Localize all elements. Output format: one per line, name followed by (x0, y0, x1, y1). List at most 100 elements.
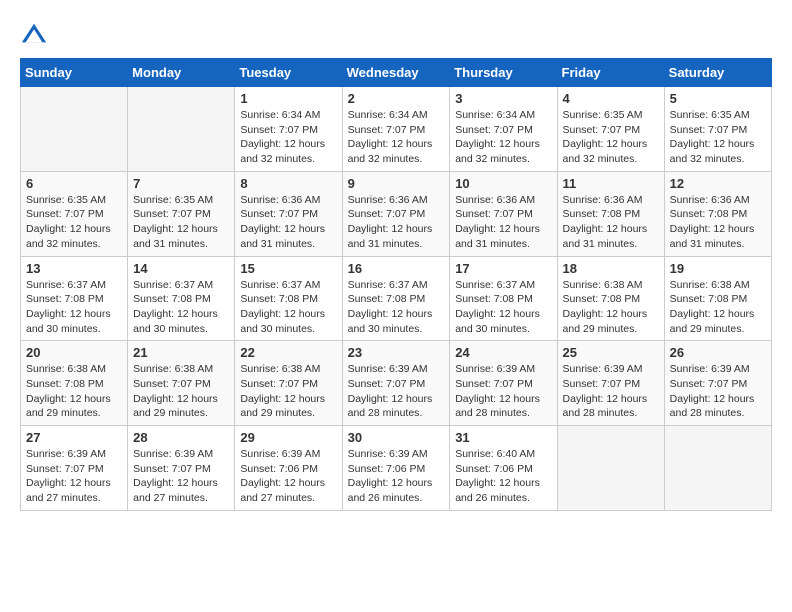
calendar-table: SundayMondayTuesdayWednesdayThursdayFrid… (20, 58, 772, 511)
day-info: Sunrise: 6:35 AM Sunset: 7:07 PM Dayligh… (133, 193, 229, 252)
day-number: 30 (348, 430, 445, 445)
calendar-header-row: SundayMondayTuesdayWednesdayThursdayFrid… (21, 59, 772, 87)
calendar-day-cell: 18 Sunrise: 6:38 AM Sunset: 7:08 PM Dayli… (557, 256, 664, 341)
day-info: Sunrise: 6:39 AM Sunset: 7:07 PM Dayligh… (133, 447, 229, 506)
calendar-day-cell: 26 Sunrise: 6:39 AM Sunset: 7:07 PM Dayli… (664, 341, 771, 426)
calendar-day-cell (128, 87, 235, 172)
calendar-week-row: 1Sunrise: 6:34 AM Sunset: 7:07 PM Daylig… (21, 87, 772, 172)
calendar-day-cell: 23 Sunrise: 6:39 AM Sunset: 7:07 PM Dayli… (342, 341, 450, 426)
day-info: Sunrise: 6:40 AM Sunset: 7:06 PM Dayligh… (455, 447, 551, 506)
day-info: Sunrise: 6:39 AM Sunset: 7:06 PM Dayligh… (240, 447, 336, 506)
calendar-day-cell: 11 Sunrise: 6:36 AM Sunset: 7:08 PM Dayli… (557, 171, 664, 256)
day-number: 18 (563, 261, 659, 276)
day-number: 15 (240, 261, 336, 276)
day-info: Sunrise: 6:36 AM Sunset: 7:07 PM Dayligh… (455, 193, 551, 252)
day-number: 29 (240, 430, 336, 445)
day-number: 22 (240, 345, 336, 360)
day-number: 19 (670, 261, 766, 276)
calendar-day-cell: 12Sunrise: 6:36 AM Sunset: 7:08 PM Dayli… (664, 171, 771, 256)
day-info: Sunrise: 6:37 AM Sunset: 7:08 PM Dayligh… (348, 278, 445, 337)
logo-icon (20, 20, 48, 48)
day-info: Sunrise: 6:38 AM Sunset: 7:08 PM Dayligh… (563, 278, 659, 337)
calendar-day-cell: 17 Sunrise: 6:37 AM Sunset: 7:08 PM Dayli… (450, 256, 557, 341)
calendar-day-cell: 2 Sunrise: 6:34 AM Sunset: 7:07 PM Daylig… (342, 87, 450, 172)
day-info: Sunrise: 6:35 AM Sunset: 7:07 PM Dayligh… (26, 193, 122, 252)
day-info: Sunrise: 6:35 AM Sunset: 7:07 PM Dayligh… (563, 108, 659, 167)
day-info: Sunrise: 6:36 AM Sunset: 7:08 PM Dayligh… (670, 193, 766, 252)
calendar-day-cell: 29 Sunrise: 6:39 AM Sunset: 7:06 PM Dayli… (235, 426, 342, 511)
calendar-day-cell: 28 Sunrise: 6:39 AM Sunset: 7:07 PM Dayli… (128, 426, 235, 511)
day-info: Sunrise: 6:39 AM Sunset: 7:07 PM Dayligh… (670, 362, 766, 421)
calendar-day-cell: 31 Sunrise: 6:40 AM Sunset: 7:06 PM Dayli… (450, 426, 557, 511)
calendar-day-cell: 21 Sunrise: 6:38 AM Sunset: 7:07 PM Dayli… (128, 341, 235, 426)
day-number: 11 (563, 176, 659, 191)
day-number: 17 (455, 261, 551, 276)
calendar-day-cell (21, 87, 128, 172)
calendar-week-row: 20 Sunrise: 6:38 AM Sunset: 7:08 PM Dayli… (21, 341, 772, 426)
day-info: Sunrise: 6:39 AM Sunset: 7:07 PM Dayligh… (348, 362, 445, 421)
calendar-week-row: 27 Sunrise: 6:39 AM Sunset: 7:07 PM Dayli… (21, 426, 772, 511)
day-info: Sunrise: 6:34 AM Sunset: 7:07 PM Dayligh… (455, 108, 551, 167)
day-number: 16 (348, 261, 445, 276)
calendar-day-cell: 5Sunrise: 6:35 AM Sunset: 7:07 PM Daylig… (664, 87, 771, 172)
day-number: 14 (133, 261, 229, 276)
day-number: 13 (26, 261, 122, 276)
day-info: Sunrise: 6:37 AM Sunset: 7:08 PM Dayligh… (455, 278, 551, 337)
day-info: Sunrise: 6:39 AM Sunset: 7:07 PM Dayligh… (455, 362, 551, 421)
day-number: 20 (26, 345, 122, 360)
day-info: Sunrise: 6:36 AM Sunset: 7:08 PM Dayligh… (563, 193, 659, 252)
calendar-day-cell: 15 Sunrise: 6:37 AM Sunset: 7:08 PM Dayli… (235, 256, 342, 341)
calendar-day-cell: 25Sunrise: 6:39 AM Sunset: 7:07 PM Dayli… (557, 341, 664, 426)
calendar-day-cell: 8Sunrise: 6:36 AM Sunset: 7:07 PM Daylig… (235, 171, 342, 256)
day-info: Sunrise: 6:37 AM Sunset: 7:08 PM Dayligh… (26, 278, 122, 337)
day-number: 28 (133, 430, 229, 445)
calendar-day-cell: 30 Sunrise: 6:39 AM Sunset: 7:06 PM Dayli… (342, 426, 450, 511)
calendar-day-cell: 22Sunrise: 6:38 AM Sunset: 7:07 PM Dayli… (235, 341, 342, 426)
day-number: 7 (133, 176, 229, 191)
day-info: Sunrise: 6:39 AM Sunset: 7:07 PM Dayligh… (26, 447, 122, 506)
calendar-day-cell (664, 426, 771, 511)
page-header (20, 20, 772, 48)
day-info: Sunrise: 6:37 AM Sunset: 7:08 PM Dayligh… (240, 278, 336, 337)
day-number: 6 (26, 176, 122, 191)
day-number: 10 (455, 176, 551, 191)
calendar-day-cell: 10 Sunrise: 6:36 AM Sunset: 7:07 PM Dayli… (450, 171, 557, 256)
day-number: 2 (348, 91, 445, 106)
day-number: 26 (670, 345, 766, 360)
calendar-day-cell: 14 Sunrise: 6:37 AM Sunset: 7:08 PM Dayli… (128, 256, 235, 341)
day-info: Sunrise: 6:39 AM Sunset: 7:06 PM Dayligh… (348, 447, 445, 506)
calendar-day-cell: 3Sunrise: 6:34 AM Sunset: 7:07 PM Daylig… (450, 87, 557, 172)
logo (20, 20, 52, 48)
day-info: Sunrise: 6:37 AM Sunset: 7:08 PM Dayligh… (133, 278, 229, 337)
calendar-day-cell: 9 Sunrise: 6:36 AM Sunset: 7:07 PM Daylig… (342, 171, 450, 256)
day-number: 24 (455, 345, 551, 360)
day-number: 4 (563, 91, 659, 106)
day-of-week-header: Friday (557, 59, 664, 87)
day-of-week-header: Thursday (450, 59, 557, 87)
calendar-day-cell: 7 Sunrise: 6:35 AM Sunset: 7:07 PM Daylig… (128, 171, 235, 256)
calendar-day-cell: 6 Sunrise: 6:35 AM Sunset: 7:07 PM Daylig… (21, 171, 128, 256)
day-info: Sunrise: 6:38 AM Sunset: 7:08 PM Dayligh… (670, 278, 766, 337)
day-of-week-header: Tuesday (235, 59, 342, 87)
day-info: Sunrise: 6:38 AM Sunset: 7:07 PM Dayligh… (133, 362, 229, 421)
day-number: 31 (455, 430, 551, 445)
day-info: Sunrise: 6:34 AM Sunset: 7:07 PM Dayligh… (348, 108, 445, 167)
calendar-day-cell: 20 Sunrise: 6:38 AM Sunset: 7:08 PM Dayli… (21, 341, 128, 426)
calendar-day-cell: 1Sunrise: 6:34 AM Sunset: 7:07 PM Daylig… (235, 87, 342, 172)
day-info: Sunrise: 6:39 AM Sunset: 7:07 PM Dayligh… (563, 362, 659, 421)
day-of-week-header: Saturday (664, 59, 771, 87)
calendar-day-cell: 13 Sunrise: 6:37 AM Sunset: 7:08 PM Dayli… (21, 256, 128, 341)
day-info: Sunrise: 6:35 AM Sunset: 7:07 PM Dayligh… (670, 108, 766, 167)
day-number: 23 (348, 345, 445, 360)
day-info: Sunrise: 6:36 AM Sunset: 7:07 PM Dayligh… (348, 193, 445, 252)
calendar-week-row: 6 Sunrise: 6:35 AM Sunset: 7:07 PM Daylig… (21, 171, 772, 256)
calendar-day-cell: 24 Sunrise: 6:39 AM Sunset: 7:07 PM Dayli… (450, 341, 557, 426)
day-info: Sunrise: 6:34 AM Sunset: 7:07 PM Dayligh… (240, 108, 336, 167)
calendar-day-cell: 27 Sunrise: 6:39 AM Sunset: 7:07 PM Dayli… (21, 426, 128, 511)
day-info: Sunrise: 6:38 AM Sunset: 7:08 PM Dayligh… (26, 362, 122, 421)
day-number: 21 (133, 345, 229, 360)
day-number: 9 (348, 176, 445, 191)
calendar-day-cell (557, 426, 664, 511)
day-number: 27 (26, 430, 122, 445)
day-of-week-header: Monday (128, 59, 235, 87)
